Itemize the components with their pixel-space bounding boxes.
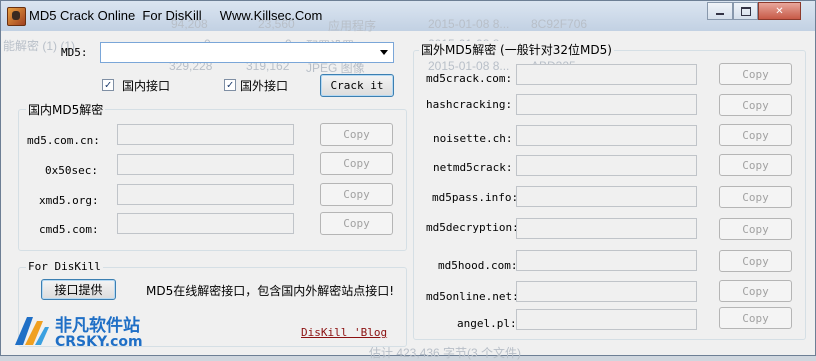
copy-button[interactable]: Copy bbox=[719, 186, 792, 208]
app-logo-icon bbox=[7, 7, 26, 26]
md5-label: MD5: bbox=[61, 46, 88, 59]
domestic-result-field[interactable] bbox=[117, 184, 294, 205]
interface-provider-button[interactable]: 接口提供 bbox=[41, 279, 116, 300]
copy-button[interactable]: Copy bbox=[719, 218, 792, 240]
domestic-checkbox-label: 国内接口 bbox=[122, 79, 171, 93]
foreign-site-label: md5pass.info: bbox=[432, 191, 519, 204]
close-button[interactable]: ✕ bbox=[758, 2, 801, 20]
watermark-cn-name: 非凡软件站 bbox=[55, 316, 140, 336]
copy-button[interactable]: Copy bbox=[719, 124, 792, 146]
copy-button[interactable]: Copy bbox=[320, 123, 393, 146]
foreign-site-label: md5crack.com: bbox=[426, 72, 513, 85]
domestic-result-field[interactable] bbox=[117, 154, 294, 175]
foreign-result-field[interactable] bbox=[516, 94, 697, 115]
ghost-text: 8C92F706 bbox=[531, 17, 588, 31]
domestic-result-field[interactable] bbox=[117, 124, 294, 145]
app-window: 94,208 23,560 应用程序 2015-01-08 8... 8C92F… bbox=[0, 0, 816, 360]
chevron-down-icon[interactable] bbox=[380, 50, 388, 55]
md5-input[interactable] bbox=[100, 42, 394, 63]
copy-button[interactable]: Copy bbox=[320, 152, 393, 175]
foreign-result-field[interactable] bbox=[516, 155, 697, 176]
domestic-site-label: cmd5.com: bbox=[39, 223, 99, 236]
foreign-site-label: md5hood.com: bbox=[438, 259, 518, 272]
watermark-en-name: CRSKY.com bbox=[55, 334, 143, 350]
ghost-text: 应用程序 bbox=[328, 19, 377, 33]
foreign-checkbox-label: 国外接口 bbox=[240, 79, 289, 93]
crsky-logo-icon bbox=[15, 317, 49, 345]
minimize-button[interactable] bbox=[707, 2, 733, 20]
foreign-result-field[interactable] bbox=[516, 218, 697, 239]
domestic-group-title: 国内MD5解密 bbox=[26, 101, 106, 118]
foreign-result-field[interactable] bbox=[516, 281, 697, 302]
foreign-result-field[interactable] bbox=[516, 125, 697, 146]
foreign-site-label: md5online.net: bbox=[426, 290, 519, 303]
about-group-title: For DisKill bbox=[26, 260, 103, 273]
copy-button[interactable]: Copy bbox=[719, 154, 792, 176]
foreign-result-field[interactable] bbox=[516, 186, 697, 207]
ghost-text: 2015-01-08 8... bbox=[428, 17, 510, 31]
watermark-logo: 非凡软件站 CRSKY.com bbox=[11, 307, 163, 355]
maximize-button[interactable] bbox=[733, 2, 758, 20]
copy-button[interactable]: Copy bbox=[719, 94, 792, 116]
foreign-group-title: 国外MD5解密 (一般针对32位MD5) bbox=[419, 41, 614, 58]
crack-it-button[interactable]: Crack it bbox=[320, 74, 394, 97]
foreign-result-field[interactable] bbox=[516, 309, 697, 330]
domestic-checkbox[interactable]: ✓ bbox=[102, 79, 114, 91]
copy-button[interactable]: Copy bbox=[320, 212, 393, 235]
about-description: MD5在线解密接口，包含国内外解密站点接口! bbox=[146, 284, 395, 298]
window-title: MD5 Crack Online For DisKill Www.Killsec… bbox=[29, 8, 323, 23]
copy-button[interactable]: Copy bbox=[719, 307, 792, 329]
foreign-site-label: netmd5crack: bbox=[433, 161, 513, 174]
foreign-site-label: angel.pl: bbox=[457, 317, 517, 330]
domestic-site-label: md5.com.cn: bbox=[27, 134, 100, 147]
domestic-site-label: 0x50sec: bbox=[45, 164, 98, 177]
foreign-result-field[interactable] bbox=[516, 250, 697, 271]
foreign-checkbox[interactable]: ✓ bbox=[224, 79, 236, 91]
copy-button[interactable]: Copy bbox=[719, 250, 792, 272]
copy-button[interactable]: Copy bbox=[719, 63, 792, 85]
foreign-site-label: md5decryption: bbox=[426, 221, 519, 234]
title-bar[interactable]: 94,208 23,560 应用程序 2015-01-08 8... 8C92F… bbox=[1, 1, 815, 33]
foreign-site-label: noisette.ch: bbox=[433, 132, 513, 145]
copy-button[interactable]: Copy bbox=[719, 280, 792, 302]
foreign-site-label: hashcracking: bbox=[426, 98, 513, 111]
domestic-site-label: xmd5.org: bbox=[39, 194, 99, 207]
copy-button[interactable]: Copy bbox=[320, 183, 393, 206]
blog-link[interactable]: DisKill 'Blog bbox=[301, 326, 387, 339]
foreign-result-field[interactable] bbox=[516, 64, 697, 85]
domestic-result-field[interactable] bbox=[117, 213, 294, 234]
